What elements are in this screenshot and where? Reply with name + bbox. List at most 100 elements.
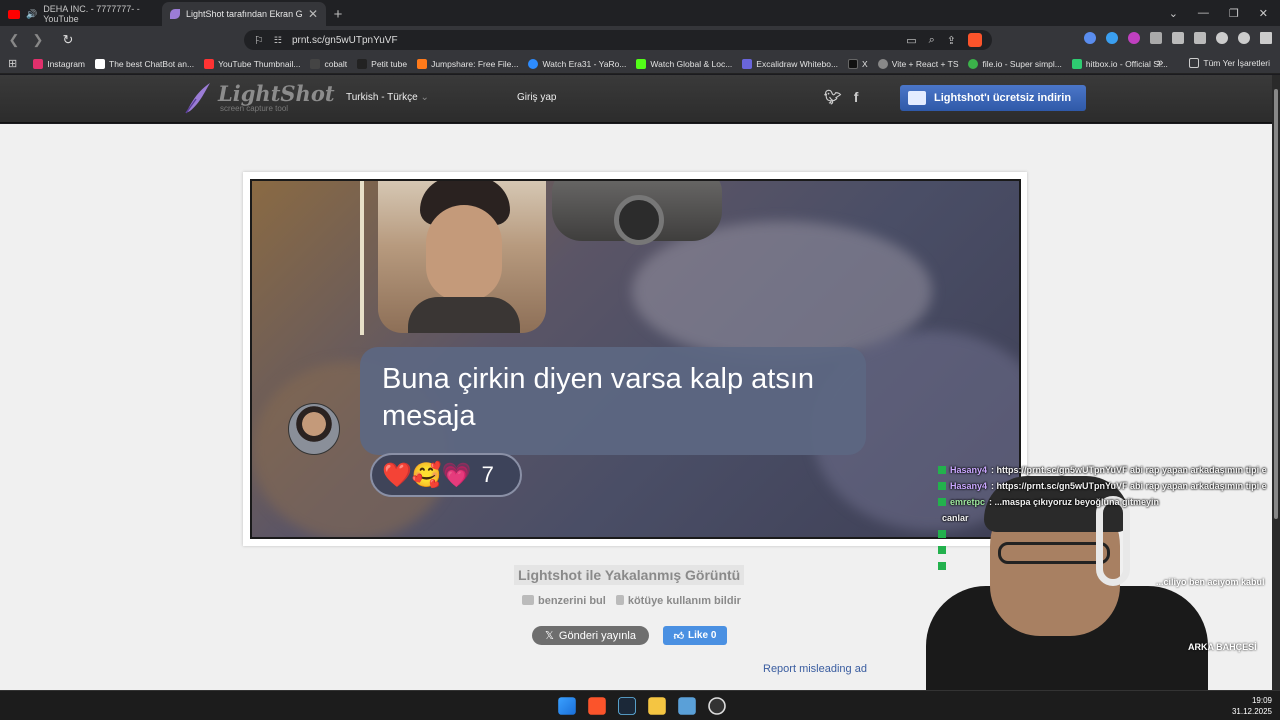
- screenshot-card: Buna çirkin diyen varsa kalp atsın mesaj…: [243, 172, 1027, 546]
- kick-badge-icon: [938, 498, 946, 506]
- file-explorer-icon[interactable]: [648, 697, 666, 715]
- more-bookmarks-button[interactable]: »: [1157, 57, 1163, 69]
- tweet-label: Gönderi yayınla: [558, 629, 636, 642]
- tweet-button[interactable]: 𝕏 Gönderi yayınla: [532, 626, 649, 645]
- bookmark-item[interactable]: Instagram: [33, 58, 85, 69]
- bookmark-item[interactable]: The best ChatBot an...: [95, 58, 195, 69]
- url-text[interactable]: prnt.sc/gn5wUTpnYuVF: [292, 35, 398, 46]
- bookmark-item[interactable]: Excalidraw Whitebo...: [742, 58, 839, 69]
- forward-icon[interactable]: ❯: [28, 32, 48, 48]
- bookmark-item[interactable]: X: [848, 58, 868, 69]
- chat-line: [938, 542, 1280, 558]
- extension-icon[interactable]: [1106, 32, 1118, 44]
- steam-icon[interactable]: [618, 697, 636, 715]
- chat-line: [938, 558, 1280, 574]
- facebook-icon[interactable]: f: [854, 89, 859, 106]
- windows-start-icon[interactable]: [558, 697, 576, 715]
- bookmark-icon[interactable]: ⚐: [254, 34, 264, 47]
- bookmark-item[interactable]: Watch Global & Loc...: [636, 58, 732, 69]
- site-info-icon[interactable]: ☷: [274, 35, 282, 46]
- report-abuse-link[interactable]: kötüye kullanım bildir: [615, 595, 741, 607]
- speaker-icon[interactable]: 🔊: [26, 9, 37, 20]
- reload-icon[interactable]: ↻: [58, 32, 78, 48]
- chat-line: emretpc: ...maspa çıkıyoruz beyoğluna gi…: [938, 494, 1280, 510]
- cast-icon[interactable]: ▭: [906, 34, 916, 47]
- bookmarks-right: » Tüm Yer İşaretleri: [1157, 57, 1270, 69]
- bookmark-label: cobalt: [324, 58, 348, 69]
- bookmark-item[interactable]: cobalt: [310, 58, 348, 69]
- minimize-icon[interactable]: —: [1198, 7, 1209, 19]
- brave-icon[interactable]: [588, 697, 606, 715]
- bookmark-label: X: [862, 58, 868, 69]
- bookmark-item[interactable]: YouTube Thumbnail...: [204, 58, 300, 69]
- x-icon: 𝕏: [545, 630, 554, 642]
- apps-icon[interactable]: ⊞: [8, 57, 17, 70]
- address-bar[interactable]: ⚐ ☷ prnt.sc/gn5wUTpnYuVF ▭ ⌕ ⇪: [244, 30, 992, 50]
- brave-shields-icon[interactable]: [968, 33, 982, 47]
- chat-message: : https://prnt.sc/gn5wUTpnYuVF abi rap y…: [991, 465, 1267, 475]
- taskbar: 19:09 31.12.2025: [0, 690, 1280, 720]
- pole: [360, 181, 364, 335]
- new-tab-button[interactable]: +: [326, 2, 350, 26]
- all-bookmarks-label: Tüm Yer İşaretleri: [1203, 58, 1270, 68]
- report-ad-link[interactable]: Report misleading ad: [763, 663, 867, 675]
- puzzle-icon[interactable]: [1172, 32, 1184, 44]
- avatar: [288, 403, 340, 455]
- tab-lightshot[interactable]: LightShot tarafından Ekran Görü ✕: [162, 2, 326, 26]
- bookmark-item[interactable]: Jumpshare: Free File...: [417, 58, 518, 69]
- chat-message: canlar: [942, 513, 969, 523]
- close-window-icon[interactable]: ✕: [1259, 7, 1268, 20]
- music-icon[interactable]: [1216, 32, 1228, 44]
- chat-message: : ...maspa çıkıyoruz beyoğluna gitmeyin: [989, 497, 1160, 507]
- bookmark-label: Excalidraw Whitebo...: [756, 58, 839, 69]
- login-link[interactable]: Giriş yap: [517, 92, 556, 103]
- screenshot-image[interactable]: Buna çirkin diyen varsa kalp atsın mesaj…: [250, 179, 1021, 539]
- share-icon[interactable]: ⇪: [947, 34, 956, 47]
- sidebar-icon[interactable]: [1194, 32, 1206, 44]
- scrollbar-thumb[interactable]: [1274, 89, 1278, 519]
- all-bookmarks-button[interactable]: Tüm Yer İşaretleri: [1189, 58, 1270, 68]
- download-button[interactable]: Lightshot'ı ücretsiz indirin: [900, 85, 1086, 111]
- garden-label: ARKA BAHÇESİ: [1188, 642, 1257, 652]
- vpn-icon[interactable]: [1238, 32, 1250, 44]
- chat-line: Hasany4: https://prnt.sc/gn5wUTpnYuVF ab…: [938, 478, 1280, 494]
- system-clock[interactable]: 19:09 31.12.2025: [1232, 695, 1272, 717]
- tab-youtube[interactable]: 🔊 DEHA INC. - 7777777- - YouTube: [0, 2, 162, 26]
- camera-icon: [522, 595, 534, 605]
- thumbs-up-icon: 👍︎: [673, 630, 685, 642]
- chat-line: canlar: [938, 510, 1280, 526]
- taskbar-apps: [556, 695, 728, 717]
- bookmarks-bar: ⊞ Instagram The best ChatBot an... YouTu…: [0, 54, 1280, 74]
- bookmark-item[interactable]: hitbox.io - Official Si...: [1071, 58, 1168, 69]
- photos-icon[interactable]: [678, 697, 696, 715]
- feather-icon: [185, 83, 210, 114]
- zoom-icon[interactable]: ⌕: [929, 34, 935, 47]
- restore-icon[interactable]: ❐: [1229, 7, 1239, 20]
- lightshot-logo[interactable]: LightShot screen capture tool: [182, 81, 335, 115]
- facebook-like-button[interactable]: 👍︎ Like 0: [663, 626, 727, 645]
- twitter-icon[interactable]: 🐦︎: [824, 89, 842, 106]
- bookmark-item[interactable]: Watch Era31 - YaRo...: [528, 58, 626, 69]
- like-label: Like 0: [688, 630, 717, 641]
- folder-icon: [1189, 58, 1200, 68]
- bookmark-label: The best ChatBot an...: [109, 58, 195, 69]
- globe-icon: [877, 58, 888, 69]
- youtube-thumbnail-icon: [204, 58, 215, 69]
- logo-name: LightShot: [218, 80, 335, 106]
- bookmark-item[interactable]: Petit tube: [357, 58, 407, 69]
- tab-search-icon[interactable]: ⌄: [1169, 7, 1178, 20]
- report-abuse-label: kötüye kullanım bildir: [627, 595, 741, 607]
- chat-line: [938, 526, 1280, 542]
- bookmark-item[interactable]: Vite + React + TS: [877, 58, 958, 69]
- close-tab-icon[interactable]: ✕: [308, 7, 318, 21]
- extension-icon[interactable]: [1150, 32, 1162, 44]
- find-similar-link[interactable]: benzerini bul: [522, 595, 606, 607]
- obs-icon[interactable]: [708, 697, 726, 715]
- extension-icon[interactable]: [1084, 32, 1096, 44]
- language-select[interactable]: Turkish - Türkçe ⌄: [346, 92, 429, 103]
- bookmark-item[interactable]: file.io - Super simpl...: [968, 58, 1062, 69]
- tab-title: LightShot tarafından Ekran Görü: [186, 9, 302, 19]
- extension-icon[interactable]: [1128, 32, 1140, 44]
- menu-icon[interactable]: [1260, 32, 1272, 44]
- back-icon[interactable]: ❮: [4, 32, 24, 48]
